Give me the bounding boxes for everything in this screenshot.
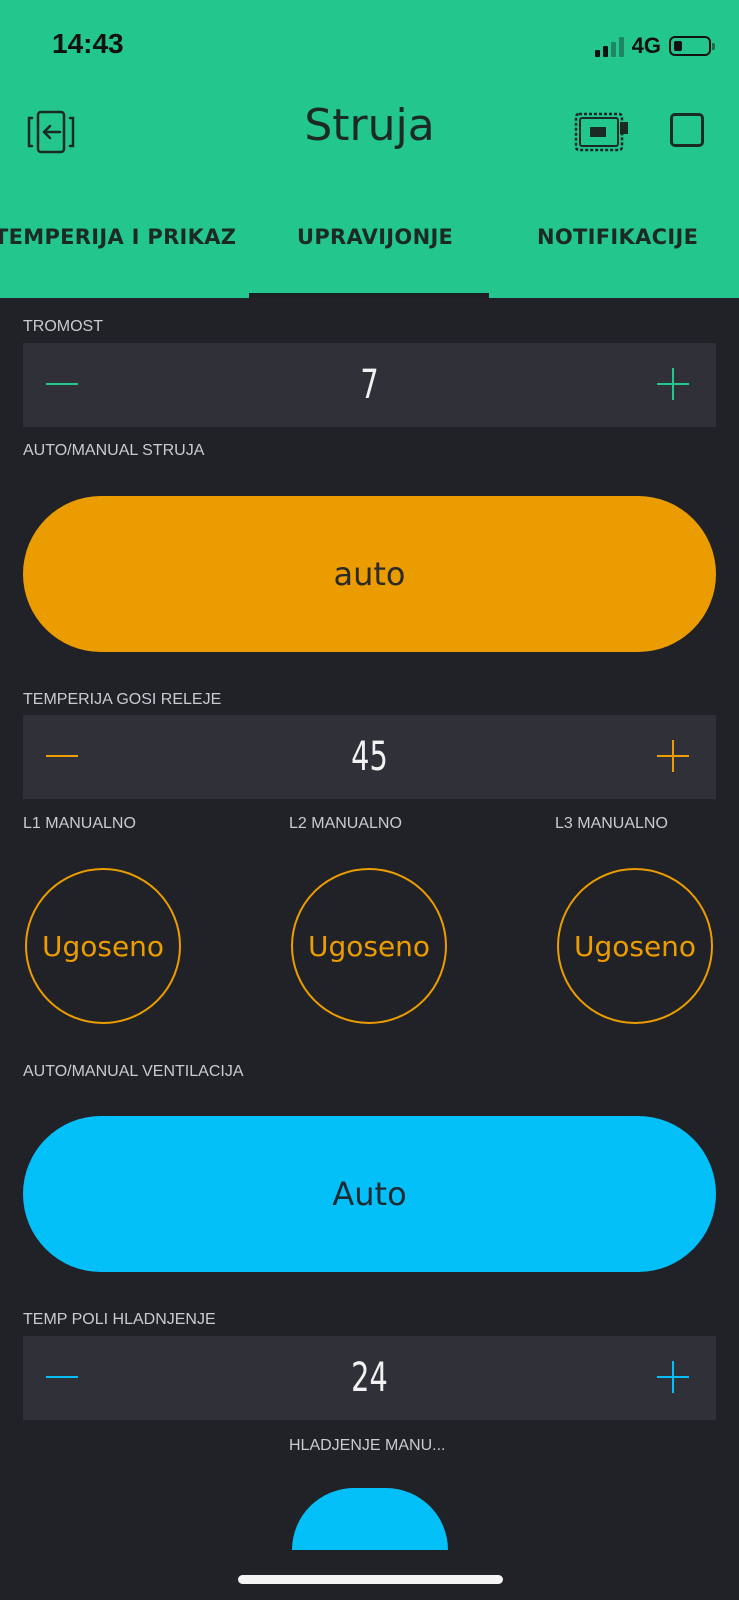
- temp-poli-hladnjenje-label: TEMP POLI HLADNJENJE: [23, 1311, 216, 1328]
- temperija-gosi-value: 45: [351, 734, 388, 780]
- tab-temperija-i-prikaz[interactable]: TEMPERIJA I PRIKAZ: [0, 225, 236, 249]
- tromost-value: 7: [360, 362, 379, 408]
- tab-notifikacije[interactable]: NOTIFIKACIJE: [537, 225, 698, 249]
- l2-manualno-button[interactable]: Ugoseno: [291, 868, 447, 1024]
- temperija-gosi-increment-button[interactable]: [632, 715, 716, 799]
- temp-poli-stepper: 24: [23, 1336, 716, 1420]
- temperija-gosi-decrement-button[interactable]: [23, 715, 107, 799]
- l3-manualno-label: L3 MANUALNO: [555, 815, 668, 832]
- home-indicator: [238, 1575, 503, 1584]
- auto-manual-struja-button[interactable]: auto: [23, 496, 716, 652]
- auto-manual-ventilacija-label: AUTO/MANUAL VENTILACIJA: [23, 1063, 244, 1080]
- device-board-icon: [574, 112, 628, 152]
- signal-icon: [594, 35, 624, 57]
- temperija-gosi-stepper: 45: [23, 715, 716, 799]
- hladjenje-manual-button[interactable]: [292, 1488, 448, 1550]
- hladjenje-manual-label: HLADJENJE MANU...: [289, 1437, 446, 1454]
- temp-poli-decrement-button[interactable]: [23, 1336, 107, 1420]
- l3-manualno-button[interactable]: Ugoseno: [557, 868, 713, 1024]
- tromost-increment-button[interactable]: [632, 343, 716, 427]
- l1-manualno-button[interactable]: Ugoseno: [25, 868, 181, 1024]
- l2-manualno-label: L2 MANUALNO: [289, 815, 402, 832]
- app-header: 14:43 4G Struja TEMPERIJA I PRIKAZ UPRAV…: [0, 0, 739, 298]
- stop-button[interactable]: [670, 113, 704, 147]
- l1-manualno-label: L1 MANUALNO: [23, 815, 136, 832]
- active-tab-indicator: [249, 293, 489, 298]
- tab-upravijonje[interactable]: UPRAVIJONJE: [297, 225, 453, 249]
- tromost-label: TROMOST: [23, 318, 103, 335]
- auto-manual-struja-label: AUTO/MANUAL STRUJA: [23, 442, 205, 459]
- tromost-stepper: 7: [23, 343, 716, 427]
- network-type: 4G: [631, 33, 661, 58]
- auto-manual-ventilacija-button[interactable]: Auto: [23, 1116, 716, 1272]
- temp-poli-increment-button[interactable]: [632, 1336, 716, 1420]
- temp-poli-value: 24: [351, 1355, 388, 1401]
- status-indicators: 4G: [594, 33, 715, 59]
- tromost-decrement-button[interactable]: [23, 343, 107, 427]
- status-time: 14:43: [52, 28, 124, 59]
- battery-icon: [669, 36, 715, 56]
- device-button[interactable]: [574, 110, 630, 154]
- temperija-gosi-releje-label: TEMPERIJA GOSI RELEJE: [23, 691, 222, 708]
